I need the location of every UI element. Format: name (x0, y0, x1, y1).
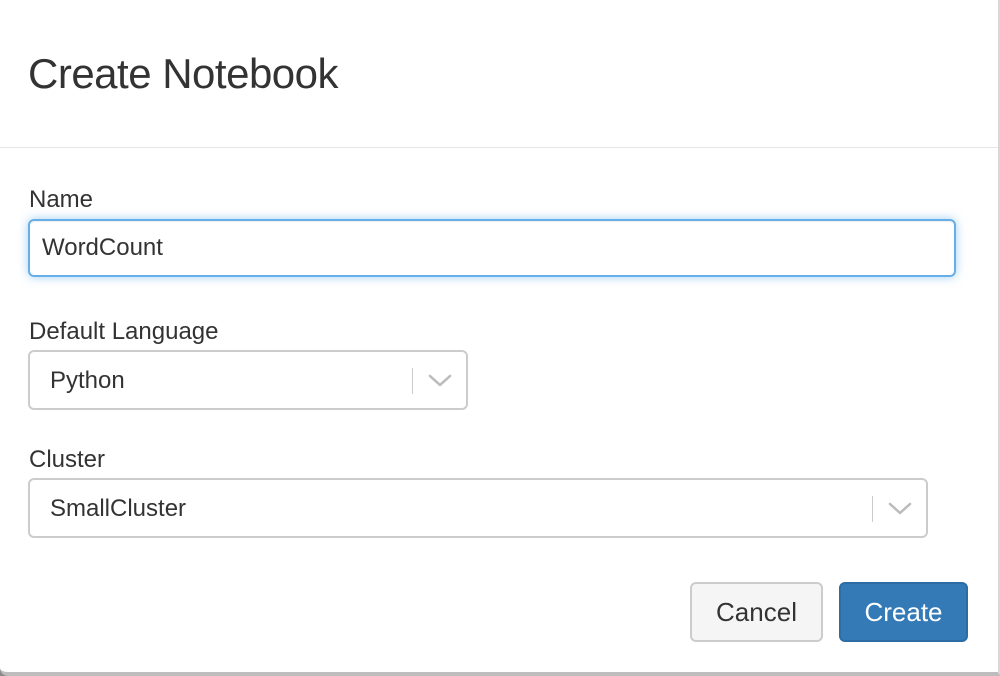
name-label: Name (29, 186, 94, 213)
select-separator (872, 496, 873, 522)
create-button[interactable]: Create (839, 582, 968, 642)
default-language-value: Python (50, 367, 125, 394)
cluster-label: Cluster (29, 446, 106, 473)
default-language-select[interactable]: Python (28, 350, 468, 410)
chevron-down-icon[interactable] (427, 370, 453, 390)
select-separator (412, 368, 413, 394)
cancel-button[interactable]: Cancel (690, 582, 823, 642)
chevron-down-icon[interactable] (887, 498, 913, 518)
cluster-value: SmallCluster (50, 495, 187, 522)
dialog-title: Create Notebook (28, 50, 339, 97)
cluster-select[interactable]: SmallCluster (28, 478, 928, 538)
name-input[interactable] (28, 219, 956, 277)
dialog-header: Create Notebook (0, 0, 998, 148)
default-language-label: Default Language (29, 318, 219, 345)
create-notebook-dialog: Create Notebook Name Default Language Py… (0, 0, 1000, 676)
